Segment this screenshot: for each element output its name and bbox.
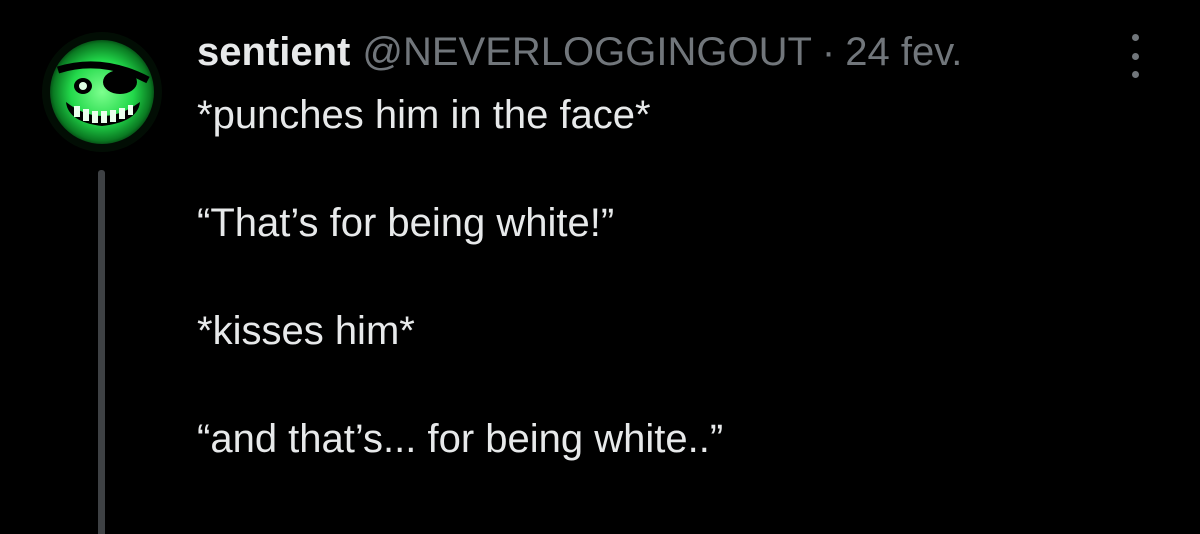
tweet: sentient @NEVERLOGGINGOUT · 24 fev. *pun… [0, 0, 1200, 534]
author-handle[interactable]: @NEVERLOGGINGOUT [362, 26, 812, 78]
green-grinning-pirate-face-icon [42, 32, 162, 152]
tweet-line: *punches him in the face* [197, 93, 651, 137]
avatar-column [40, 30, 164, 534]
author-display-name[interactable]: sentient [197, 26, 350, 78]
more-dot [1131, 52, 1139, 60]
tweet-line: “and that’s... for being white..” [197, 417, 724, 461]
tweet-line: “That’s for being white!” [197, 201, 615, 245]
tweet-line: *kisses him* [197, 309, 415, 353]
more-dot [1131, 34, 1139, 41]
tweet-header: sentient @NEVERLOGGINGOUT · 24 fev. [197, 26, 962, 78]
more-dot [1131, 71, 1139, 78]
separator-dot: · [821, 30, 836, 74]
avatar[interactable] [40, 30, 164, 154]
tweet-text: *punches him in the face* “That’s for be… [197, 88, 1157, 466]
more-options-icon[interactable] [1120, 34, 1150, 78]
thread-connector-line [98, 170, 105, 534]
tweet-date[interactable]: 24 fev. [845, 26, 962, 78]
